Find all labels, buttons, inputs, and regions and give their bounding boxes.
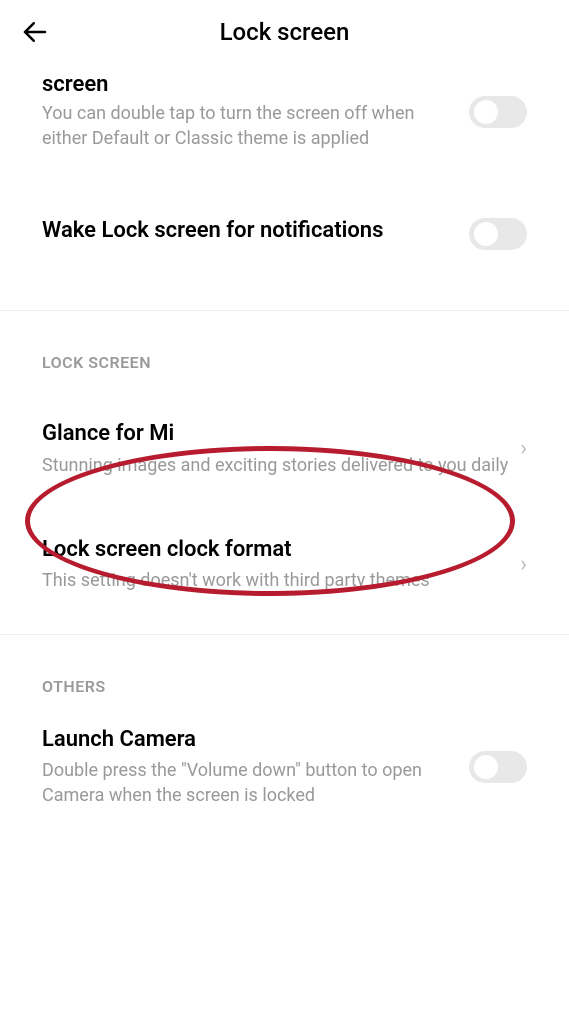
- setting-text: Launch Camera Double press the "Volume d…: [42, 726, 449, 809]
- setting-description: You can double tap to turn the screen of…: [42, 101, 449, 151]
- divider: [0, 634, 569, 635]
- settings-list: screen You can double tap to turn the sc…: [0, 64, 569, 827]
- toggle-launch-camera[interactable]: [469, 751, 527, 783]
- setting-text: Glance for Mi Stunning images and exciti…: [42, 420, 510, 478]
- setting-title: Glance for Mi: [42, 420, 510, 449]
- toggle-knob: [474, 222, 498, 246]
- setting-clock-format[interactable]: Lock screen clock format This setting do…: [0, 508, 569, 622]
- setting-wake-lock[interactable]: Wake Lock screen for notifications: [0, 169, 569, 298]
- header: Lock screen: [0, 0, 569, 64]
- setting-launch-camera[interactable]: Launch Camera Double press the "Volume d…: [0, 708, 569, 827]
- section-header-lock-screen: LOCK SCREEN: [0, 323, 569, 384]
- toggle-knob: [474, 100, 498, 124]
- page-title: Lock screen: [20, 18, 549, 46]
- setting-text: Wake Lock screen for notifications: [42, 217, 449, 250]
- setting-text: screen You can double tap to turn the sc…: [42, 72, 449, 151]
- setting-title-truncated: screen: [42, 72, 449, 97]
- setting-text: Lock screen clock format This setting do…: [42, 536, 510, 594]
- setting-description: Double press the "Volume down" button to…: [42, 758, 449, 808]
- setting-double-tap[interactable]: screen You can double tap to turn the sc…: [0, 64, 569, 169]
- toggle-knob: [474, 755, 498, 779]
- divider: [0, 310, 569, 311]
- toggle-double-tap[interactable]: [469, 96, 527, 128]
- setting-glance[interactable]: Glance for Mi Stunning images and exciti…: [0, 384, 569, 508]
- chevron-right-icon: ›: [520, 436, 527, 461]
- setting-title: Lock screen clock format: [42, 536, 510, 565]
- setting-description: Stunning images and exciting stories del…: [42, 453, 510, 478]
- chevron-right-icon: ›: [520, 552, 527, 577]
- section-header-others: OTHERS: [0, 647, 569, 708]
- toggle-wake-lock[interactable]: [469, 218, 527, 250]
- setting-description: This setting doesn't work with third par…: [42, 568, 510, 593]
- setting-title: Wake Lock screen for notifications: [42, 217, 449, 246]
- setting-title: Launch Camera: [42, 726, 449, 755]
